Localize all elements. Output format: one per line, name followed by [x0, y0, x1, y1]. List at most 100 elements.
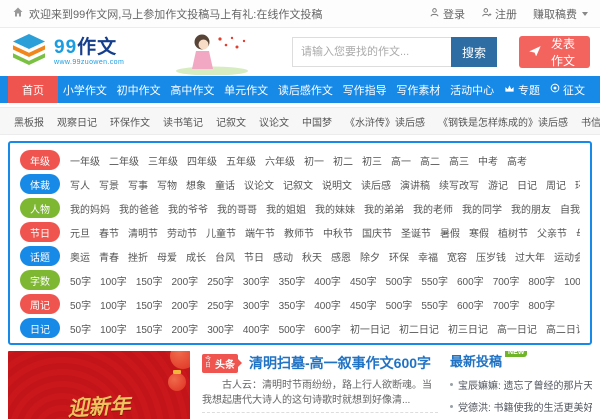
subnav-link[interactable]: 书信格式 — [581, 114, 600, 129]
nav-item-topics[interactable]: 专题 — [499, 76, 545, 103]
filter-link[interactable]: 我的姐姐 — [266, 201, 306, 216]
filter-link[interactable]: 奥运 — [70, 249, 90, 264]
filter-link[interactable]: 压岁钱 — [476, 249, 506, 264]
filter-link[interactable]: 250字 — [207, 297, 234, 312]
filter-link[interactable]: 200字 — [172, 321, 199, 336]
filter-link[interactable]: 演讲稿 — [400, 177, 430, 192]
filter-link[interactable]: 我的妈妈 — [70, 201, 110, 216]
nav-item[interactable]: 写作素材 — [392, 76, 444, 103]
list-item[interactable]: 宝辰嫲嫲: 遗忘了曾经的那片天-散 — [450, 377, 592, 392]
filter-link[interactable]: 150字 — [136, 297, 163, 312]
filter-link[interactable]: 记叙文 — [283, 177, 313, 192]
filter-link[interactable]: 母爱 — [157, 249, 177, 264]
filter-link[interactable]: 500字 — [279, 321, 306, 336]
filter-link[interactable]: 写事 — [128, 177, 148, 192]
filter-link[interactable]: 元旦 — [70, 225, 90, 240]
latest-posts-title[interactable]: 最新投稿 — [450, 351, 502, 370]
filter-link[interactable]: 400字 — [314, 273, 341, 288]
nav-item[interactable]: 高中作文 — [166, 76, 218, 103]
filter-link[interactable]: 我的爸爸 — [119, 201, 159, 216]
filter-link[interactable]: 环保 — [389, 249, 409, 264]
filter-link[interactable]: 植树节 — [498, 225, 528, 240]
filter-link[interactable]: 初三日记 — [448, 321, 488, 336]
filter-link[interactable]: 感动 — [273, 249, 293, 264]
nav-item-call-for-essays[interactable]: 征文 — [545, 76, 590, 103]
filter-link[interactable]: 二年级 — [109, 153, 139, 168]
filter-link[interactable]: 除夕 — [360, 249, 380, 264]
filter-link[interactable]: 过大年 — [515, 249, 545, 264]
filter-link[interactable]: 挫折 — [128, 249, 148, 264]
filter-link[interactable]: 环保 — [575, 177, 580, 192]
filter-link[interactable]: 中考 — [478, 153, 498, 168]
filter-link[interactable]: 100字 — [100, 273, 127, 288]
filter-link[interactable]: 150字 — [136, 273, 163, 288]
login-link[interactable]: 登录 — [429, 6, 465, 22]
site-logo[interactable]: 99作文 www.99zuowen.com — [10, 33, 162, 71]
nav-item-home[interactable]: 首页 — [8, 76, 58, 103]
nav-item[interactable]: 读后感作文 — [274, 76, 337, 103]
filter-link[interactable]: 700字 — [493, 297, 520, 312]
filter-link[interactable]: 周记 — [546, 177, 566, 192]
filter-link[interactable]: 清明节 — [128, 225, 158, 240]
filter-link[interactable]: 母亲节 — [576, 225, 580, 240]
filter-link[interactable]: 600字 — [457, 273, 484, 288]
filter-link[interactable]: 国庆节 — [362, 225, 392, 240]
filter-link[interactable]: 成长 — [186, 249, 206, 264]
filter-link[interactable]: 100字 — [100, 321, 127, 336]
filter-link[interactable]: 初二 — [333, 153, 353, 168]
filter-link[interactable]: 200字 — [172, 297, 199, 312]
filter-link[interactable]: 劳动节 — [167, 225, 197, 240]
filter-link[interactable]: 50字 — [70, 321, 91, 336]
filter-link[interactable]: 想象 — [186, 177, 206, 192]
filter-link[interactable]: 节日 — [244, 249, 264, 264]
filter-link[interactable]: 我的老师 — [413, 201, 453, 216]
filter-link[interactable]: 50字 — [70, 297, 91, 312]
nav-item[interactable]: 单元作文 — [220, 76, 272, 103]
filter-link[interactable]: 450字 — [350, 273, 377, 288]
filter-link[interactable]: 一年级 — [70, 153, 100, 168]
filter-link[interactable]: 寒假 — [469, 225, 489, 240]
filter-link[interactable]: 写人 — [70, 177, 90, 192]
publish-essay-button[interactable]: 发表作文 — [519, 36, 590, 68]
filter-link[interactable]: 300字 — [243, 273, 270, 288]
filter-link[interactable]: 我的爷爷 — [168, 201, 208, 216]
filter-link[interactable]: 300字 — [243, 297, 270, 312]
filter-link[interactable]: 写景 — [99, 177, 119, 192]
filter-link[interactable]: 圣诞节 — [401, 225, 431, 240]
filter-link[interactable]: 高考 — [507, 153, 527, 168]
filter-link[interactable]: 400字 — [314, 297, 341, 312]
filter-link[interactable]: 台风 — [215, 249, 235, 264]
filter-link[interactable]: 1000字 — [564, 273, 580, 288]
nav-item[interactable]: 活动中心 — [446, 76, 498, 103]
subnav-link[interactable]: 《钢铁是怎样炼成的》读后感 — [438, 114, 568, 129]
filter-link[interactable]: 800字 — [528, 273, 555, 288]
filter-link[interactable]: 700字 — [493, 273, 520, 288]
search-button[interactable]: 搜索 — [451, 37, 497, 67]
filter-link[interactable]: 儿童节 — [206, 225, 236, 240]
filter-link[interactable]: 初二日记 — [399, 321, 439, 336]
filter-link[interactable]: 我的朋友 — [511, 201, 551, 216]
filter-link[interactable]: 端午节 — [245, 225, 275, 240]
filter-link[interactable]: 500字 — [386, 297, 413, 312]
filter-link[interactable]: 游记 — [488, 177, 508, 192]
filter-link[interactable]: 春节 — [99, 225, 119, 240]
filter-link[interactable]: 续写改写 — [439, 177, 479, 192]
filter-link[interactable]: 读后感 — [361, 177, 391, 192]
headline-title-link[interactable]: 清明扫墓-高一叙事作文600字 — [249, 353, 431, 373]
filter-link[interactable]: 秋天 — [302, 249, 322, 264]
filter-link[interactable]: 我的弟弟 — [364, 201, 404, 216]
filter-link[interactable]: 中秋节 — [323, 225, 353, 240]
filter-link[interactable]: 青春 — [99, 249, 119, 264]
filter-link[interactable]: 说明文 — [322, 177, 352, 192]
filter-link[interactable]: 六年级 — [265, 153, 295, 168]
filter-link[interactable]: 童话 — [215, 177, 235, 192]
filter-link[interactable]: 400字 — [243, 321, 270, 336]
filter-link[interactable]: 初一 — [304, 153, 324, 168]
list-item[interactable]: 党德洪: 书籍使我的生活更美好-关 — [450, 399, 592, 414]
subnav-link[interactable]: 《水浒传》读后感 — [345, 114, 425, 129]
filter-link[interactable]: 初三 — [362, 153, 382, 168]
filter-link[interactable]: 350字 — [279, 297, 306, 312]
filter-link[interactable]: 高二 — [420, 153, 440, 168]
filter-link[interactable]: 800字 — [528, 297, 555, 312]
subnav-link[interactable]: 环保作文 — [110, 114, 150, 129]
